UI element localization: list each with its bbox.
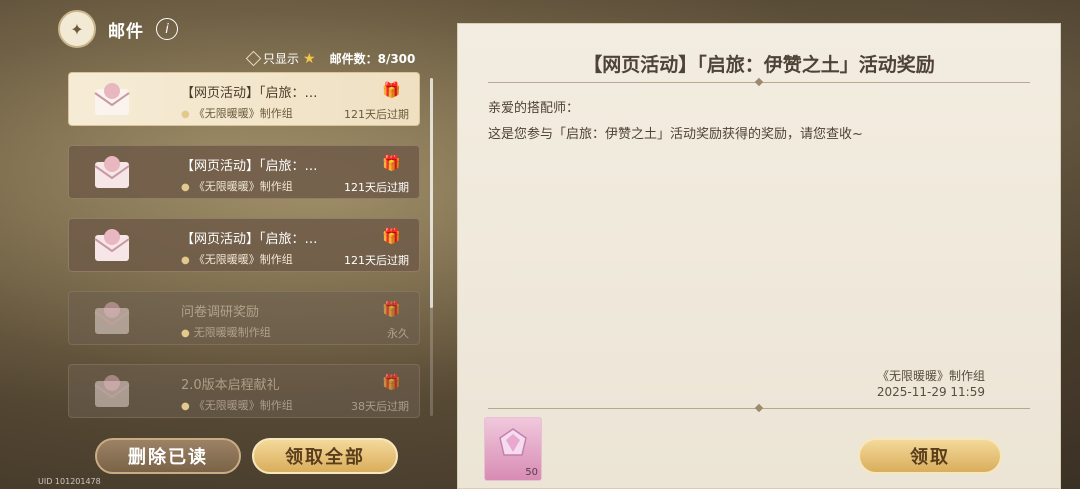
bottom-divider	[488, 403, 1030, 413]
mail-detail-panel: 【网页活动】「启旅：伊赞之土」活动奖励 亲爱的搭配师： 这是您参与「启旅：伊赞之…	[457, 23, 1061, 489]
envelope-open-icon	[94, 302, 130, 334]
back-logo-icon[interactable]: ✦	[58, 10, 96, 48]
gift-opened-icon: 🎁	[382, 300, 401, 318]
envelope-open-icon	[94, 375, 130, 407]
mail-detail-title: 【网页活动】「启旅：伊赞之土」活动奖励	[583, 54, 935, 76]
mail-sender-name: 无限暖暖制作组	[193, 326, 271, 339]
reward-item[interactable]: 50	[484, 417, 542, 481]
mail-item[interactable]: 2.0版本启程献礼 ● 《无限暖暖》制作组 🎁 38天后过期	[68, 364, 420, 418]
mail-sender: ● 无限暖暖制作组	[181, 324, 271, 340]
page-title: 邮件	[108, 21, 144, 42]
claim-all-button[interactable]: 领取全部	[252, 438, 398, 474]
envelope-icon	[94, 156, 130, 188]
uid-label: UID 101201478	[38, 477, 101, 486]
mail-subject: 【网页活动】「启旅：…	[181, 86, 318, 101]
mail-sender-name: 《无限暖暖》制作组	[193, 399, 293, 412]
scrollbar-thumb[interactable]	[430, 78, 433, 308]
mail-subject: 2.0版本启程献礼	[181, 378, 280, 393]
person-icon: ●	[181, 182, 190, 193]
delete-read-button[interactable]: 删除已读	[95, 438, 241, 474]
mail-body: 这是您参与「启旅：伊赞之土」活动奖励获得的奖励，请您查收~	[488, 127, 863, 142]
mail-item[interactable]: 【网页活动】「启旅：… ● 《无限暖暖》制作组 🎁 121天后过期	[68, 218, 420, 272]
mail-signature: 《无限暖暖》制作组	[876, 369, 985, 383]
envelope-icon	[94, 83, 130, 115]
divider-ornament-icon	[754, 77, 764, 87]
mail-expire: 121天后过期	[344, 108, 409, 121]
mail-sender: ● 《无限暖暖》制作组	[181, 178, 293, 194]
mail-expire: 永久	[387, 327, 409, 340]
mail-count-label: 邮件数：	[329, 52, 378, 66]
reward-count: 50	[525, 467, 538, 478]
mail-count-value: 8/300	[377, 52, 416, 66]
crystal-gem-icon	[499, 428, 527, 456]
only-show-label: 只显示	[263, 52, 300, 66]
info-icon[interactable]: i	[156, 18, 178, 40]
mail-sender: ● 《无限暖暖》制作组	[181, 251, 293, 267]
filter-row: 只显示 ★ 邮件数：8/300	[245, 50, 416, 67]
gift-opened-icon: 🎁	[382, 373, 401, 391]
mail-sender: ● 《无限暖暖》制作组	[181, 397, 293, 413]
mail-item[interactable]: 【网页活动】「启旅：… ● 《无限暖暖》制作组 🎁 121天后过期	[68, 72, 420, 126]
gift-icon: 🎁	[382, 227, 401, 245]
gift-icon: 🎁	[382, 81, 401, 99]
mail-greeting: 亲爱的搭配师：	[488, 101, 580, 116]
person-icon: ●	[181, 109, 190, 120]
person-icon: ●	[181, 328, 190, 339]
mail-sender-name: 《无限暖暖》制作组	[193, 253, 293, 266]
gift-icon: 🎁	[382, 154, 401, 172]
mail-item[interactable]: 【网页活动】「启旅：… ● 《无限暖暖》制作组 🎁 121天后过期	[68, 145, 420, 199]
mail-expire: 121天后过期	[344, 181, 409, 194]
mail-expire: 38天后过期	[351, 400, 409, 413]
divider-ornament-icon	[754, 403, 764, 413]
top-divider	[488, 77, 1030, 87]
mail-count: 邮件数：8/300	[330, 50, 416, 67]
person-icon: ●	[181, 401, 190, 412]
person-icon: ●	[181, 255, 190, 266]
mail-expire: 121天后过期	[344, 254, 409, 267]
mail-list-scrollbar[interactable]	[430, 78, 433, 416]
star-icon: ★	[303, 50, 316, 67]
mail-subject: 【网页活动】「启旅：…	[181, 159, 318, 174]
mail-sender-name: 《无限暖暖》制作组	[193, 180, 293, 193]
checkbox-diamond-icon	[245, 50, 262, 67]
mail-subject: 问卷调研奖励	[181, 305, 260, 320]
mail-sender-name: 《无限暖暖》制作组	[193, 107, 293, 120]
header: ✦ 邮件 i	[58, 10, 178, 48]
mail-sender: ● 《无限暖暖》制作组	[181, 105, 293, 121]
mail-subject: 【网页活动】「启旅：…	[181, 232, 318, 247]
claim-button[interactable]: 领取	[858, 438, 1002, 474]
mail-date: 2025-11-29 11:59	[876, 385, 985, 399]
only-show-starred-toggle[interactable]: 只显示 ★	[245, 50, 316, 67]
mail-item[interactable]: 问卷调研奖励 ● 无限暖暖制作组 🎁 永久	[68, 291, 420, 345]
envelope-icon	[94, 229, 130, 261]
